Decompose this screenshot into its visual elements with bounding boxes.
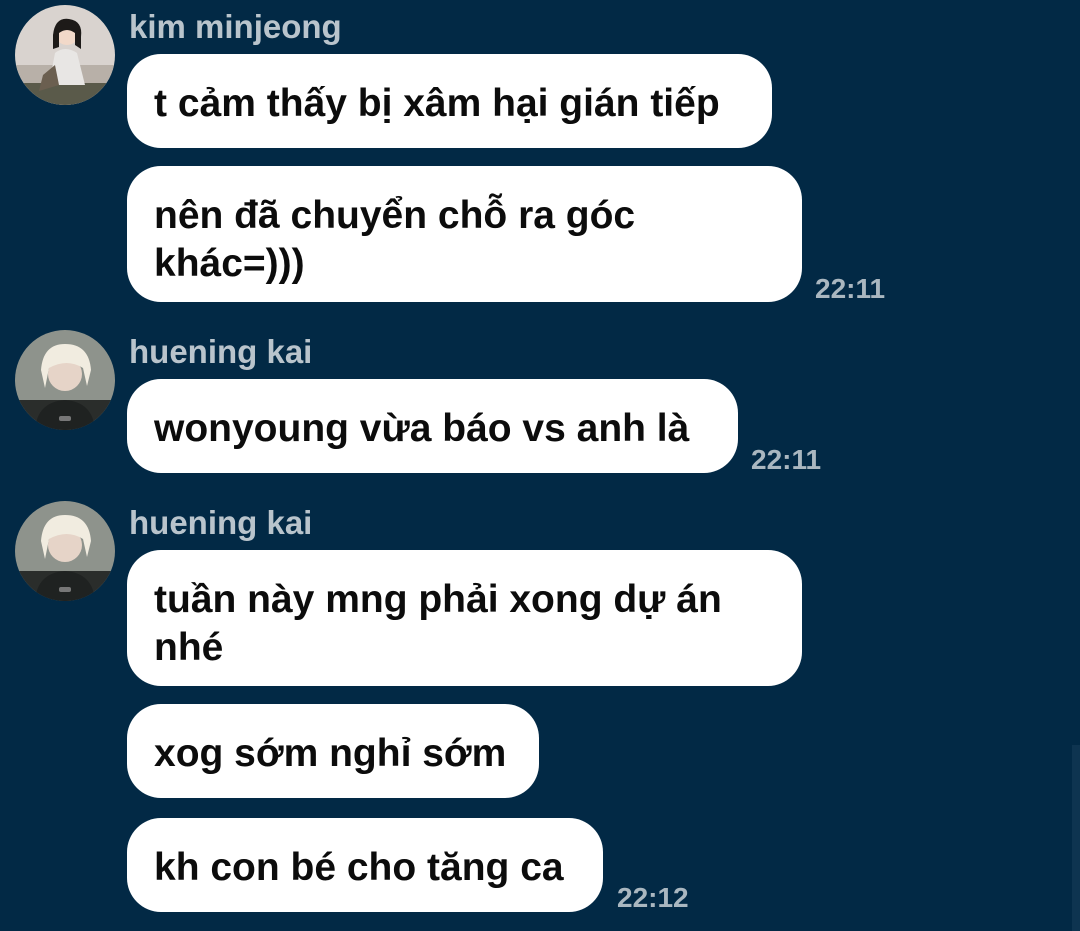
chat-thread: kim minjeong t cảm thấy bị xâm hại gián … [0, 0, 1080, 931]
scrollbar[interactable] [1072, 745, 1080, 931]
avatar-huening-kai[interactable] [15, 501, 115, 601]
message-bubble[interactable]: nên đã chuyển chỗ ra góc khác=))) [127, 166, 802, 302]
message-timestamp: 22:12 [617, 882, 689, 913]
sender-name: kim minjeong [129, 8, 342, 45]
sender-name: huening kai [129, 333, 313, 370]
message-timestamp: 22:11 [751, 444, 822, 475]
message-timestamp: 22:11 [815, 273, 886, 304]
avatar-huening-kai[interactable] [15, 330, 115, 430]
avatar-photo-icon [15, 5, 115, 105]
avatar-kim-minjeong[interactable] [15, 5, 115, 105]
avatar-photo-icon [15, 330, 115, 430]
message-bubble[interactable]: xog sớm nghỉ sớm [127, 704, 539, 798]
message-bubble[interactable]: t cảm thấy bị xâm hại gián tiếp [127, 54, 772, 148]
message-bubble[interactable]: kh con bé cho tăng ca [127, 818, 603, 912]
message-bubble[interactable]: wonyoung vừa báo vs anh là [127, 379, 738, 473]
sender-name: huening kai [129, 504, 313, 541]
avatar-photo-icon [15, 501, 115, 601]
message-bubble[interactable]: tuần này mng phải xong dự án nhé [127, 550, 802, 686]
